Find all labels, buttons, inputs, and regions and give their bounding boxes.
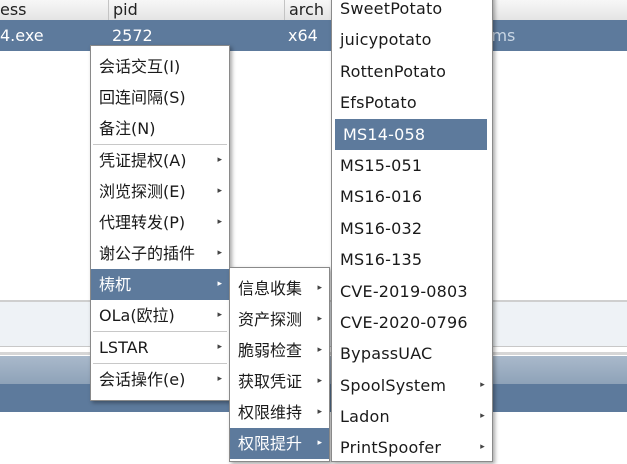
privesc-submenu: SweetPotato juicypotato RottenPotato Efs… [331,0,493,462]
menu-item-sleep[interactable]: 回连间隔(S) [91,82,229,113]
menu-item-label: 谢公子的插件 [99,244,196,263]
menu-item-info-gathering[interactable]: 信息收集 ▸ [230,273,329,304]
submenu-arrow-icon: ▸ [217,217,222,227]
submenu-arrow-icon: ▸ [217,155,222,165]
submenu-arrow-icon: ▸ [217,342,222,352]
menu-item-rottenpotato[interactable]: RottenPotato [332,56,492,87]
menu-item-label: juicypotato [340,30,432,50]
menu-item-persistence[interactable]: 权限维持 ▸ [230,397,329,428]
menu-item-session-ops[interactable]: 会话操作(e) ▸ [91,364,229,395]
submenu-arrow-icon: ▸ [480,411,485,422]
menu-item-credentials[interactable]: 获取凭证 ▸ [230,366,329,397]
menu-item-label: MS16-032 [340,218,423,238]
menu-item-label: 权限提升 [238,434,303,453]
taowu-submenu: 信息收集 ▸ 资产探测 ▸ 脆弱检查 ▸ 获取凭证 ▸ 权限维持 ▸ 权限提升 ▸ [229,267,330,462]
menu-item-sweetpotato[interactable]: SweetPotato [332,0,492,24]
menu-item-vuln-check[interactable]: 脆弱检查 ▸ [230,335,329,366]
menu-item-label: 回连间隔(S) [99,88,186,107]
menu-item-access[interactable]: 凭证提权(A) ▸ [91,145,229,176]
menu-item-label: MS16-016 [340,187,423,207]
menu-item-asset-discovery[interactable]: 资产探测 ▸ [230,304,329,335]
menu-item-xie-plugin[interactable]: 谢公子的插件 ▸ [91,238,229,269]
menu-item-label: CVE-2020-0796 [340,312,468,332]
menu-item-pivoting[interactable]: 代理转发(P) ▸ [91,207,229,238]
menu-item-efspotato[interactable]: EfsPotato [332,87,492,118]
menu-item-label: CVE-2019-0803 [340,281,468,301]
menu-item-cve-2019-0803[interactable]: CVE-2019-0803 [332,276,492,307]
menu-item-cve-2020-0796[interactable]: CVE-2020-0796 [332,307,492,338]
menu-item-label: 会话操作(e) [99,370,186,389]
menu-item-label: EfsPotato [340,93,417,113]
menu-item-label: MS15-051 [340,155,423,175]
menu-item-label: LSTAR [99,338,149,357]
menu-item-label: 备注(N) [99,119,156,138]
menu-item-label: SpoolSystem [340,375,447,395]
menu-item-label: MS14-058 [343,124,426,144]
submenu-arrow-icon: ▸ [317,314,322,324]
column-header-process[interactable]: ess [0,0,108,20]
menu-item-lstar[interactable]: LSTAR ▸ [91,332,229,363]
submenu-arrow-icon: ▸ [317,438,322,448]
submenu-arrow-icon: ▸ [217,186,222,196]
menu-item-label: PrintSpoofer [340,438,442,458]
submenu-arrow-icon: ▸ [217,374,222,384]
menu-item-juicypotato[interactable]: juicypotato [332,24,492,55]
menu-item-label: 代理转发(P) [99,213,186,232]
menu-item-ms14-058[interactable]: MS14-058 [335,118,487,150]
menu-item-label: 信息收集 [238,279,303,298]
menu-item-ms16-032[interactable]: MS16-032 [332,213,492,244]
submenu-arrow-icon: ▸ [317,283,322,293]
session-context-menu: 会话交互(I) 回连间隔(S) 备注(N) 凭证提权(A) ▸ 浏览探测(E) ▸ … [90,45,230,401]
menu-item-ms16-016[interactable]: MS16-016 [332,181,492,212]
submenu-arrow-icon: ▸ [217,310,222,320]
menu-item-label: 浏览探测(E) [99,182,186,201]
menu-item-label: MS16-135 [340,250,423,270]
menu-item-label: SweetPotato [340,0,443,18]
submenu-arrow-icon: ▸ [317,345,322,355]
menu-item-privesc[interactable]: 权限提升 ▸ [230,428,329,459]
column-header-pid[interactable]: pid [108,0,284,20]
submenu-arrow-icon: ▸ [480,379,485,390]
menu-item-ola[interactable]: OLa(欧拉) ▸ [91,300,229,331]
menu-item-taowu[interactable]: 梼杌 ▸ [91,269,229,300]
menu-item-interact[interactable]: 会话交互(I) [91,51,229,82]
menu-item-note[interactable]: 备注(N) [91,113,229,144]
menu-item-explore[interactable]: 浏览探测(E) ▸ [91,176,229,207]
submenu-arrow-icon: ▸ [217,248,222,258]
menu-item-label: 权限维持 [238,403,303,422]
menu-item-label: 会话交互(I) [99,57,181,76]
menu-item-bypassuac[interactable]: BypassUAC [332,338,492,369]
submenu-arrow-icon: ▸ [217,279,222,289]
menu-item-printspoofer[interactable]: PrintSpoofer ▸ [332,432,492,463]
menu-item-label: 梼杌 [99,275,132,294]
menu-item-label: 获取凭证 [238,372,303,391]
submenu-arrow-icon: ▸ [480,442,485,453]
submenu-arrow-icon: ▸ [317,376,322,386]
menu-item-spoolsystem[interactable]: SpoolSystem ▸ [332,370,492,401]
menu-item-label: 凭证提权(A) [99,151,187,170]
menu-item-label: 脆弱检查 [238,341,303,360]
menu-item-label: Ladon [340,407,390,427]
menu-item-ms15-051[interactable]: MS15-051 [332,150,492,181]
menu-item-ms16-135[interactable]: MS16-135 [332,244,492,275]
table-header: ess pid arch les [0,0,627,21]
menu-item-label: 资产探测 [238,310,303,329]
menu-item-label: BypassUAC [340,344,433,364]
menu-item-label: RottenPotato [340,61,447,81]
menu-item-label: OLa(欧拉) [99,306,175,325]
submenu-arrow-icon: ▸ [317,407,322,417]
menu-item-ladon[interactable]: Ladon ▸ [332,401,492,432]
